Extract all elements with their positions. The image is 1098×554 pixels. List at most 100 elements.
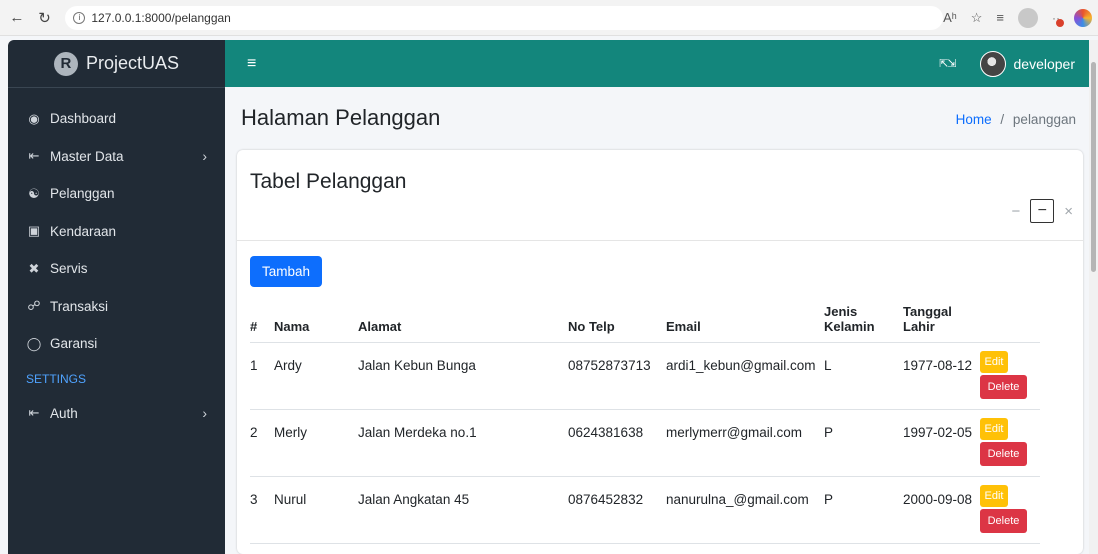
breadcrumb: Home / pelanggan — [956, 112, 1076, 127]
shield-icon: ◯ — [26, 335, 42, 351]
sidebar-item-master-data[interactable]: ⇤ Master Data › — [8, 138, 225, 176]
card-header: Tabel Pelanggan − − × — [237, 150, 1083, 241]
scrollbar-thumb[interactable] — [1091, 62, 1096, 272]
customer-phone: 0624381638 — [568, 409, 666, 477]
customer-address: Jalan Merdeka no.1 — [358, 409, 568, 477]
menu-toggle-icon[interactable]: ≡ — [247, 55, 256, 73]
table-row: 3 Nurul Jalan Angkatan 45 0876452832 nan… — [250, 476, 1040, 544]
sidebar-item-transaksi[interactable]: ☍ Transaksi — [8, 288, 225, 326]
users-icon: ☯ — [28, 185, 40, 201]
top-navbar: ≡ ⇱⇲ developer — [225, 40, 1089, 87]
row-number: 3 — [250, 476, 274, 544]
page-scrollbar[interactable] — [1089, 40, 1098, 554]
cart-icon: ☍ — [27, 298, 41, 314]
card-tools: − − × — [1011, 199, 1073, 223]
back-arrow-icon[interactable]: ← — [6, 7, 28, 29]
sidebar-item-garansi[interactable]: ◯ Garansi — [8, 325, 225, 363]
edit-button[interactable]: Edit — [980, 484, 1008, 507]
site-info-icon[interactable]: i — [73, 11, 86, 24]
customer-name: Merly — [274, 409, 358, 477]
read-aloud-icon[interactable]: Aʰ — [943, 10, 957, 25]
car-icon: ▣ — [27, 223, 41, 239]
sidebar-item-auth[interactable]: ⇤ Auth › — [8, 395, 225, 433]
minimize-icon[interactable]: − — [1011, 203, 1020, 220]
breadcrumb-current: pelanggan — [1012, 112, 1076, 127]
column-header — [980, 292, 1040, 343]
profile-icon[interactable] — [1018, 7, 1038, 28]
sidebar-item-servis[interactable]: ✖ Servis — [8, 250, 225, 288]
customer-birthdate: 1997-02-05 — [903, 409, 980, 477]
avatar[interactable] — [979, 50, 1006, 77]
row-actions: Edit Delete — [980, 342, 1040, 410]
browser-actions: Aʰ ☆ ≡ ·· — [943, 7, 1092, 28]
extensions-icon[interactable]: ·· — [1052, 11, 1064, 27]
copilot-icon[interactable] — [1074, 8, 1092, 27]
tools-icon: ✖ — [28, 260, 40, 276]
brand-text: ProjectUAS — [85, 53, 180, 73]
column-header: No Telp — [568, 292, 666, 343]
table-row: 1 Ardy Jalan Kebun Bunga 08752873713 ard… — [250, 342, 1040, 410]
navbar-right: ⇱⇲ developer — [939, 50, 1076, 77]
breadcrumb-home-link[interactable]: Home — [956, 112, 992, 127]
row-number: 2 — [250, 409, 274, 477]
delete-button[interactable]: Delete — [980, 374, 1027, 399]
customer-name: Nurul — [274, 476, 358, 544]
sidebar-item-label: Kendaraan — [50, 223, 117, 239]
sidebar-item-dashboard[interactable]: ◉ Dashboard — [8, 100, 225, 138]
add-customer-button[interactable]: Tambah — [250, 256, 323, 287]
favorite-star-icon[interactable]: ☆ — [971, 10, 983, 26]
customer-email: ardi1_kebun@gmail.com — [666, 342, 824, 410]
column-header: Nama — [274, 292, 358, 343]
customer-gender: P — [824, 409, 903, 477]
customer-gender: L — [824, 342, 903, 410]
sidebar-item-kendaraan[interactable]: ▣ Kendaraan — [8, 213, 225, 251]
refresh-icon[interactable]: ↻ — [34, 7, 56, 29]
sidebar-menu: ◉ Dashboard ⇤ Master Data › ☯ Pelanggan … — [8, 88, 225, 432]
sidebar-item-label: Transaksi — [50, 298, 109, 314]
username-label[interactable]: developer — [1014, 56, 1076, 72]
sidebar-item-label: Auth — [50, 405, 78, 421]
column-header: # — [250, 292, 274, 343]
brand-logo-icon: R — [53, 51, 78, 76]
edit-button[interactable]: Edit — [980, 350, 1008, 373]
delete-button[interactable]: Delete — [980, 508, 1027, 533]
customer-birthdate: 2000-09-08 — [903, 476, 980, 544]
login-icon: ⇤ — [28, 148, 40, 164]
row-actions: Edit Delete — [980, 409, 1040, 477]
sidebar-item-label: Pelanggan — [50, 186, 115, 202]
url-text: 127.0.0.1:8000/pelanggan — [91, 10, 231, 25]
customer-phone: 08752873713 — [568, 342, 666, 410]
customer-gender: P — [824, 476, 903, 544]
close-icon[interactable]: × — [1064, 203, 1073, 220]
favorites-list-icon[interactable]: ≡ — [996, 10, 1004, 25]
brand-link[interactable]: R ProjectUAS — [8, 40, 225, 88]
customer-address: Jalan Angkatan 45 — [358, 476, 568, 544]
chevron-right-icon: › — [202, 405, 207, 422]
breadcrumb-separator: / — [1000, 112, 1005, 127]
row-number: 1 — [250, 342, 274, 410]
customer-birthdate: 1977-08-12 — [903, 342, 980, 410]
sidebar-item-label: Garansi — [50, 336, 98, 352]
edit-button[interactable]: Edit — [980, 417, 1008, 440]
customer-name: Ardy — [274, 342, 358, 410]
fullscreen-icon[interactable]: ⇱⇲ — [939, 57, 956, 70]
settings-header: SETTINGS — [26, 371, 87, 386]
customer-table: # Nama Alamat No Telp Email Jenis Kelami… — [250, 292, 1040, 544]
delete-button[interactable]: Delete — [980, 441, 1027, 466]
customer-email: merlymerr@gmail.com — [666, 409, 824, 477]
customer-phone: 0876452832 — [568, 476, 666, 544]
page-title: Halaman Pelanggan — [241, 105, 441, 130]
customer-email: nanurulna_@gmail.com — [666, 476, 824, 544]
sidebar-item-label: Master Data — [50, 148, 124, 164]
sidebar-item-label: Dashboard — [50, 111, 117, 127]
address-bar[interactable]: i 127.0.0.1:8000/pelanggan — [65, 5, 944, 30]
table-header-row: # Nama Alamat No Telp Email Jenis Kelami… — [250, 292, 1040, 343]
table-row: 2 Merly Jalan Merdeka no.1 0624381638 me… — [250, 409, 1040, 477]
customer-address: Jalan Kebun Bunga — [358, 342, 568, 410]
collapse-button[interactable]: − — [1030, 199, 1055, 223]
login-icon: ⇤ — [28, 405, 40, 421]
column-header: Tanggal Lahir — [903, 292, 980, 343]
customer-table-card: Tabel Pelanggan − − × Tambah # Nama Alam… — [237, 150, 1083, 554]
sidebar-item-pelanggan[interactable]: ☯ Pelanggan — [8, 175, 225, 213]
chevron-right-icon: › — [202, 148, 207, 165]
